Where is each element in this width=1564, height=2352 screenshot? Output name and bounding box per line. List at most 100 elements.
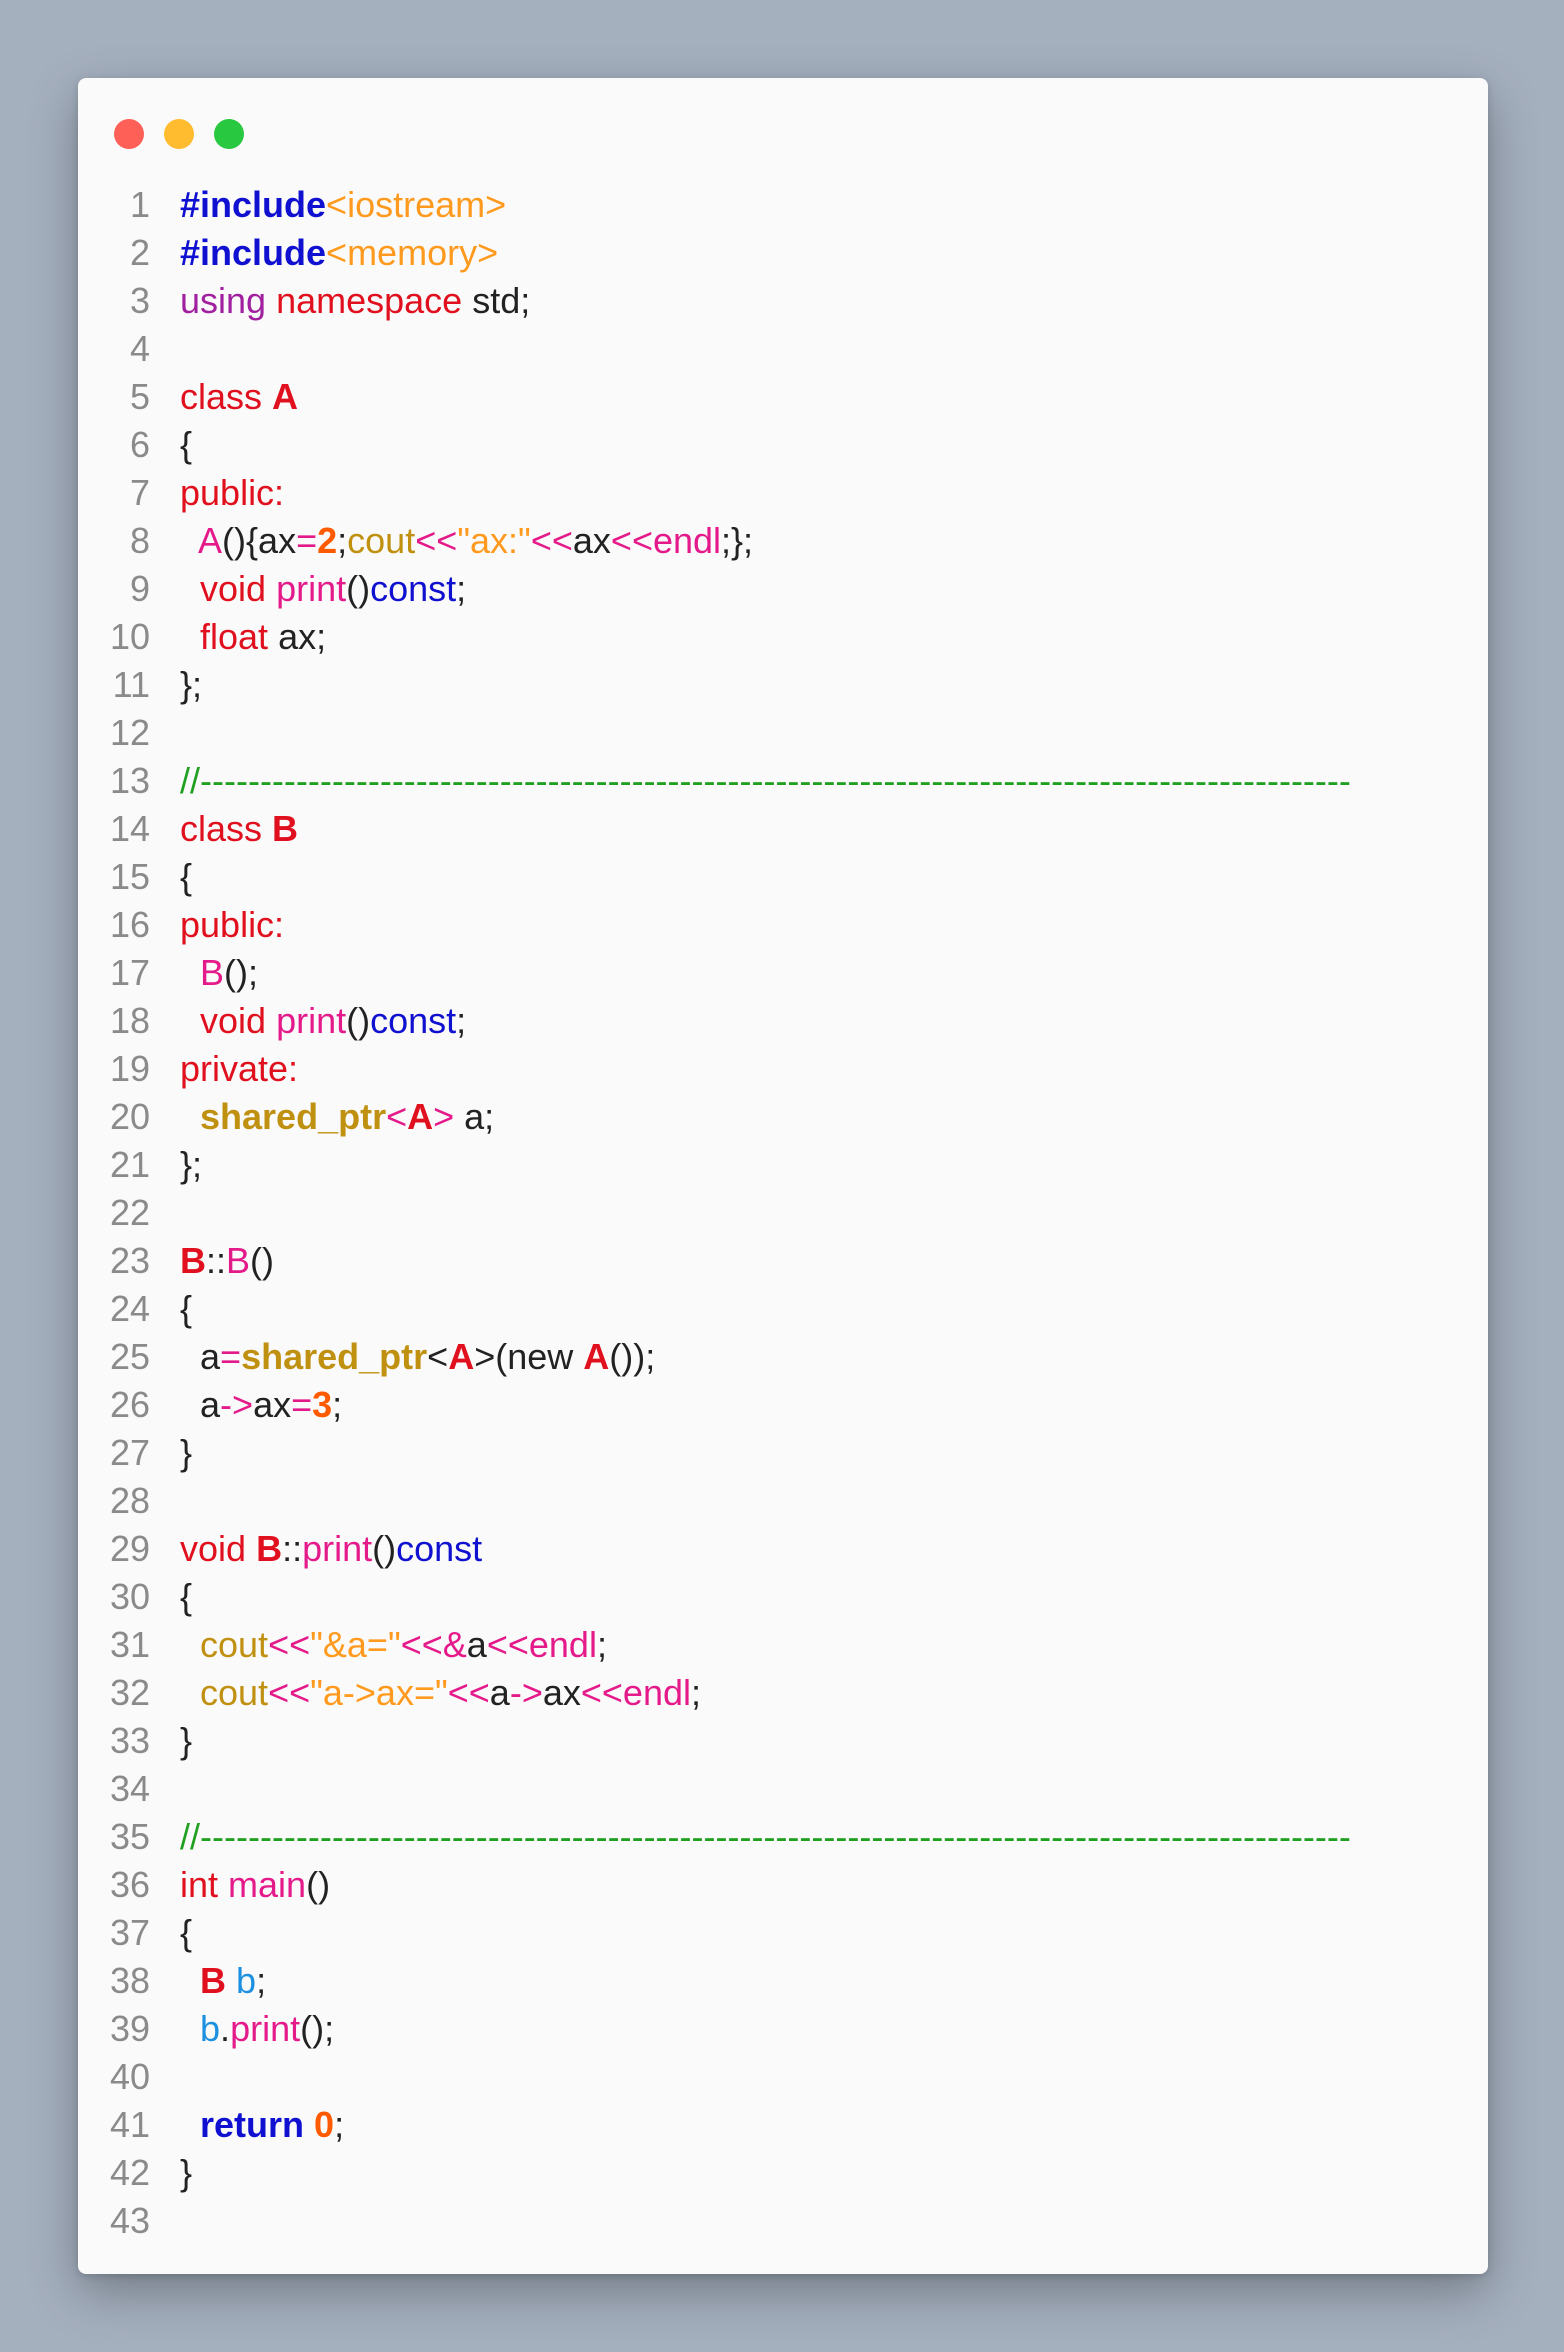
code-token: //--------------------------------------… [180, 1816, 1351, 1857]
line-number: 11 [112, 664, 150, 705]
code-token: & [442, 1624, 467, 1665]
code-token: print [230, 2008, 301, 2049]
code-token: () [372, 1528, 397, 1569]
code-token: ax [542, 1672, 581, 1713]
line-number: 22 [109, 1192, 150, 1233]
code-token: ; [690, 1672, 701, 1713]
line-number: 3 [129, 280, 150, 321]
code-token: << [530, 520, 573, 561]
code-line: 16 public: [78, 901, 1488, 949]
code-token: }; [180, 664, 203, 705]
line-text: shared_ptr<A> a; [180, 1093, 494, 1141]
code-token: B [226, 1240, 251, 1281]
code-line: 32 cout<<"a->ax="<<a->ax<<endl; [78, 1669, 1488, 1717]
line-number: 27 [109, 1432, 150, 1473]
code-token: shared_ptr [200, 1096, 387, 1137]
code-token: { [180, 856, 193, 897]
code-token: ; [334, 2104, 345, 2145]
code-token: . [220, 2008, 231, 2049]
code-token: <memory> [326, 232, 499, 273]
code-token: 3 [312, 1384, 333, 1425]
line-text: public: [180, 469, 284, 517]
line-text: { [180, 1909, 192, 1957]
line-number: 6 [129, 424, 150, 465]
code-token: b [200, 2008, 221, 2049]
code-token: print [302, 1528, 373, 1569]
line-number: 31 [109, 1624, 150, 1665]
code-line: 8 A(){ax=2;cout<<"ax:"<<ax<<endl;}; [78, 517, 1488, 565]
line-text: a=shared_ptr<A>(new A()); [180, 1333, 655, 1381]
code-token: const [370, 568, 457, 609]
code-line: 34 [78, 1765, 1488, 1813]
line-text: { [180, 421, 192, 469]
close-button[interactable] [114, 119, 144, 149]
code-token: float [200, 616, 269, 657]
code-line: 42} [78, 2149, 1488, 2197]
code-token: ; [456, 568, 467, 609]
code-token: cout [200, 1672, 269, 1713]
line-number: 38 [109, 1960, 150, 2001]
line-number: 34 [109, 1768, 150, 1809]
code-token: ax [253, 1384, 292, 1425]
code-line: 14 class B [78, 805, 1488, 853]
line-text: //--------------------------------------… [180, 1813, 1351, 1861]
code-line: 40 [78, 2053, 1488, 2101]
line-number: 8 [129, 520, 150, 561]
code-token: ;}; [721, 520, 754, 561]
code-token: shared_ptr [241, 1336, 428, 1377]
line-number: 35 [109, 1816, 150, 1857]
line-number: 24 [109, 1288, 150, 1329]
code-line: 37 { [78, 1909, 1488, 1957]
code-token: endl [652, 520, 722, 561]
line-text: } [180, 1429, 192, 1477]
code-token: void [200, 1000, 267, 1041]
code-token: B [200, 1960, 227, 2001]
line-number: 36 [109, 1864, 150, 1905]
line-number: 14 [109, 808, 150, 849]
code-token: (){ax [222, 520, 297, 561]
line-text: void B::print()const [180, 1525, 482, 1573]
code-token: a [200, 1336, 221, 1377]
line-number: 23 [109, 1240, 150, 1281]
code-token: print [276, 568, 347, 609]
code-line: 15 { [78, 853, 1488, 901]
code-token: A [198, 520, 223, 561]
code-token: ax [572, 520, 611, 561]
maximize-button[interactable] [214, 119, 244, 149]
code-token: a [200, 1384, 221, 1425]
code-token: << [415, 520, 458, 561]
line-number: 16 [109, 904, 150, 945]
code-line: 24 { [78, 1285, 1488, 1333]
line-number: 10 [109, 616, 150, 657]
line-number: 26 [109, 1384, 150, 1425]
line-text: public: [180, 901, 284, 949]
code-token: <iostream> [326, 184, 507, 225]
line-number: 37 [109, 1912, 150, 1953]
code-token: (); [224, 952, 259, 993]
code-editor[interactable]: 1 #include<iostream> 2 #include<memory> 3 usi… [78, 181, 1488, 2245]
line-text: void print()const; [180, 565, 466, 613]
code-line: 13 //------------------------------------… [78, 757, 1488, 805]
code-token: } [180, 1432, 193, 1473]
line-number: 43 [109, 2200, 150, 2241]
code-line: 6{ [78, 421, 1488, 469]
line-number: 1 [129, 184, 150, 225]
window-controls [114, 119, 264, 149]
line-text: b.print(); [180, 2005, 334, 2053]
line-number: 9 [129, 568, 150, 609]
code-token: :: [282, 1528, 303, 1569]
minimize-button[interactable] [164, 119, 194, 149]
line-number: 13 [109, 760, 150, 801]
code-token: ; [337, 520, 348, 561]
line-number: 25 [109, 1336, 150, 1377]
